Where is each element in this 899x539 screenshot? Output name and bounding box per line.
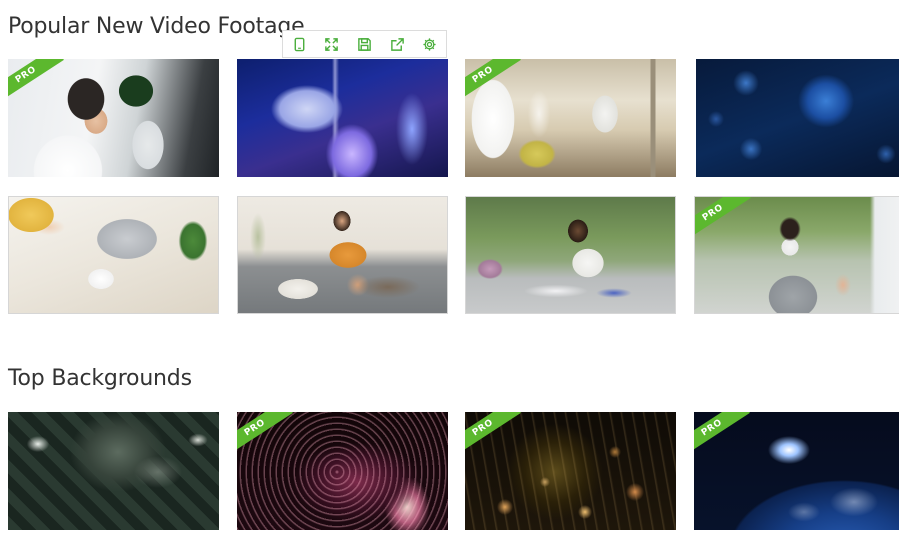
thumbnail-toolbar xyxy=(282,30,447,58)
background-thumbnail-3d-blocks[interactable] xyxy=(8,412,219,530)
video-thumbnail-woman-thumbs-up[interactable]: PRO xyxy=(694,196,899,314)
video-thumbnail-lab-pipette[interactable] xyxy=(237,59,448,177)
video-thumbnail-couple-sofa[interactable] xyxy=(237,196,448,314)
video-thumbnail-lab-flask[interactable]: PRO xyxy=(465,59,676,177)
background-thumbnail-bokeh-lights[interactable]: PRO xyxy=(465,412,676,530)
video-thumbnail-laptop-coffee[interactable] xyxy=(8,196,219,314)
share-icon[interactable] xyxy=(381,31,414,57)
save-icon[interactable] xyxy=(348,31,381,57)
section-title-backgrounds: Top Backgrounds xyxy=(8,366,192,391)
background-thumbnail-earth-space[interactable]: PRO xyxy=(694,412,899,530)
video-thumbnail-virus-cells[interactable] xyxy=(696,59,899,177)
video-thumbnail-scientist-microscope[interactable]: PRO xyxy=(8,59,219,177)
gear-icon[interactable] xyxy=(413,31,446,57)
expand-icon[interactable] xyxy=(316,31,349,57)
section-title-popular: Popular New Video Footage xyxy=(8,14,305,39)
video-thumbnail-woman-mask-table[interactable] xyxy=(465,196,676,314)
background-thumbnail-particle-wave[interactable]: PRO xyxy=(237,412,448,530)
tablet-icon[interactable] xyxy=(283,31,316,57)
